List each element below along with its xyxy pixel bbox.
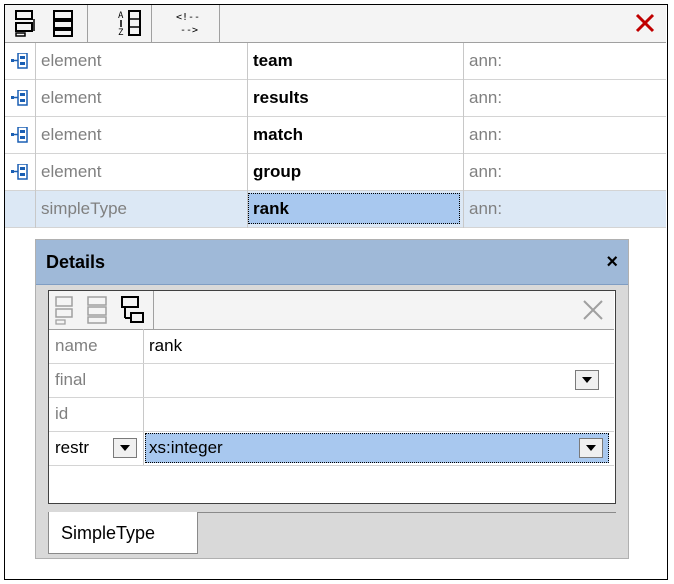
field-label: final xyxy=(55,370,87,389)
add-child-icon[interactable] xyxy=(119,294,149,326)
item-name[interactable]: results xyxy=(253,80,309,116)
detail-row-restr[interactable]: restr xs:integer xyxy=(49,431,614,466)
chevron-down-icon[interactable] xyxy=(579,438,603,458)
item-name[interactable]: team xyxy=(253,43,293,79)
insert-attribute-icon[interactable] xyxy=(85,294,115,326)
detail-row-id[interactable]: id xyxy=(49,397,614,432)
list-item[interactable]: element results ann: xyxy=(5,80,666,116)
item-name[interactable]: match xyxy=(253,117,303,153)
item-annotation[interactable]: ann: xyxy=(469,43,502,79)
svg-text:-->: --> xyxy=(180,25,198,36)
item-kind: element xyxy=(41,88,102,107)
toolbar-separator xyxy=(151,5,152,42)
delete-x-icon[interactable] xyxy=(580,297,606,323)
sort-az-icon[interactable]: AZ xyxy=(113,7,147,38)
svg-text:Z: Z xyxy=(118,28,124,37)
item-annotation[interactable]: ann: xyxy=(469,154,502,190)
item-kind: simpleType xyxy=(41,199,127,218)
toolbar-separator xyxy=(87,5,88,42)
schema-overview-panel: AZ <!-- --> element team ann: element res… xyxy=(4,4,668,580)
main-toolbar: AZ <!-- --> xyxy=(5,5,666,43)
details-grid: name rank final id restr xs:integer xyxy=(48,290,616,504)
tab-simpletype[interactable]: SimpleType xyxy=(48,512,198,554)
item-name[interactable]: rank xyxy=(253,191,289,227)
item-annotation[interactable]: ann: xyxy=(469,80,502,116)
insert-element-icon[interactable] xyxy=(47,7,81,38)
element-icon xyxy=(11,89,29,106)
restriction-base-value[interactable]: xs:integer xyxy=(149,431,223,465)
item-name[interactable]: group xyxy=(253,154,301,190)
svg-text:A: A xyxy=(118,11,124,21)
element-icon xyxy=(11,126,29,143)
list-item-selected[interactable]: simpleType rank ann: xyxy=(5,191,666,227)
name-field[interactable]: rank xyxy=(149,329,182,363)
svg-text:<!--: <!-- xyxy=(176,12,200,23)
element-icon xyxy=(11,163,29,180)
row-divider xyxy=(5,227,666,228)
chevron-down-icon[interactable] xyxy=(113,438,137,458)
detail-row-final[interactable]: final xyxy=(49,363,614,398)
list-item[interactable]: element team ann: xyxy=(5,43,666,79)
details-title: Details xyxy=(46,252,106,272)
delete-x-icon[interactable] xyxy=(630,7,660,38)
element-icon xyxy=(11,52,29,69)
item-kind: element xyxy=(41,125,102,144)
field-label: id xyxy=(55,404,69,423)
item-annotation[interactable]: ann: xyxy=(469,117,502,153)
item-annotation[interactable]: ann: xyxy=(469,191,502,227)
append-element-icon[interactable] xyxy=(9,7,43,38)
details-header[interactable]: Details × xyxy=(36,240,628,285)
details-toolbar xyxy=(49,291,614,330)
details-panel: Details × name rank final id restr xs:in… xyxy=(35,239,629,559)
field-label: name xyxy=(55,336,98,355)
item-kind: element xyxy=(41,162,102,181)
column-divider xyxy=(247,43,248,228)
toolbar-separator xyxy=(219,5,220,42)
close-icon[interactable]: × xyxy=(606,240,618,284)
item-kind: element xyxy=(41,51,102,70)
comment-icon[interactable]: <!-- --> xyxy=(171,7,213,38)
list-item[interactable]: element group ann: xyxy=(5,154,666,190)
list-item[interactable]: element match ann: xyxy=(5,117,666,153)
detail-row-name[interactable]: name rank xyxy=(49,329,614,364)
chevron-down-icon[interactable] xyxy=(575,370,599,390)
append-attribute-icon[interactable] xyxy=(53,294,83,326)
column-divider xyxy=(35,43,36,228)
field-label: restr xyxy=(55,438,89,457)
toolbar-separator xyxy=(153,291,154,329)
column-divider xyxy=(463,43,464,228)
